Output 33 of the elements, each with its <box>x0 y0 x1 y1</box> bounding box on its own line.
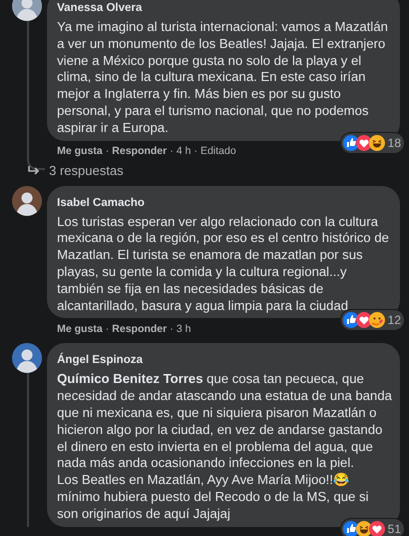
like-icon <box>342 134 359 151</box>
reaction-summary[interactable]: 12 <box>340 310 404 330</box>
heart-icon <box>368 520 385 536</box>
separator-dot: · <box>106 322 110 337</box>
comment-info: Editado <box>200 144 236 160</box>
reaction-summary[interactable]: 18 <box>340 132 404 153</box>
hugging-face-icon <box>368 312 385 328</box>
laughing-face-icon <box>356 520 372 536</box>
separator-dot: · <box>170 144 174 160</box>
reaction-count: 18 <box>388 134 401 152</box>
author-name[interactable]: Isabel Camacho <box>57 196 145 210</box>
author-name[interactable]: Ángel Espinoza <box>57 353 143 368</box>
action-link[interactable]: Me gusta <box>57 144 103 160</box>
author-name[interactable]: Vanessa Olvera <box>57 1 142 15</box>
reaction-count: 51 <box>388 520 401 536</box>
separator-dot: · <box>170 322 174 337</box>
avatar[interactable] <box>12 0 42 21</box>
separator-dot: · <box>106 144 110 160</box>
comment-info: 3 h <box>176 322 191 337</box>
reaction-summary[interactable]: 51 <box>340 518 404 536</box>
action-link[interactable]: Me gusta <box>57 322 103 338</box>
avatar[interactable] <box>12 186 42 216</box>
action-link[interactable]: Responder <box>112 144 167 160</box>
laughing-face-icon <box>368 134 385 151</box>
like-icon <box>342 520 359 536</box>
reply-arrow-icon <box>27 164 41 177</box>
like-icon <box>342 312 359 328</box>
replies-link[interactable]: 3 respuestas <box>13 160 124 181</box>
reaction-count: 12 <box>388 312 401 330</box>
action-link[interactable]: Responder <box>112 322 167 338</box>
comment-info: 4 h <box>176 144 191 160</box>
avatar[interactable] <box>12 343 42 374</box>
separator-dot: · <box>194 144 198 160</box>
